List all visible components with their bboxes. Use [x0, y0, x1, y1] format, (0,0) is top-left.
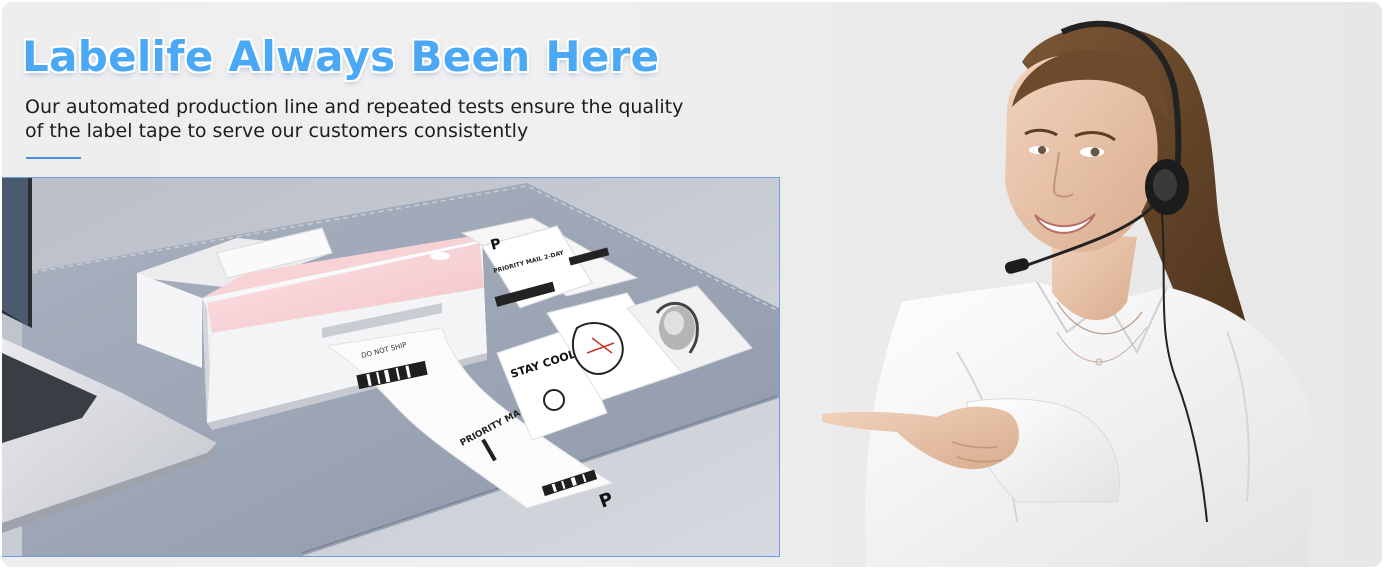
- banner-headline: Labelife Always Been Here: [22, 32, 660, 81]
- printer-scene-illustration: DO NOT SHIP PRIORITY MAIL 2-DAY P P PRIO…: [2, 178, 779, 556]
- product-photo: DO NOT SHIP PRIORITY MAIL 2-DAY P P PRIO…: [2, 177, 780, 557]
- accent-underline: [26, 157, 81, 159]
- support-agent-illustration: [822, 20, 1313, 567]
- banner-subtitle: Our automated production line and repeat…: [25, 96, 684, 142]
- hero-banner: Labelife Always Been Here Our automated …: [2, 2, 1382, 567]
- support-agent-photo: [807, 2, 1382, 567]
